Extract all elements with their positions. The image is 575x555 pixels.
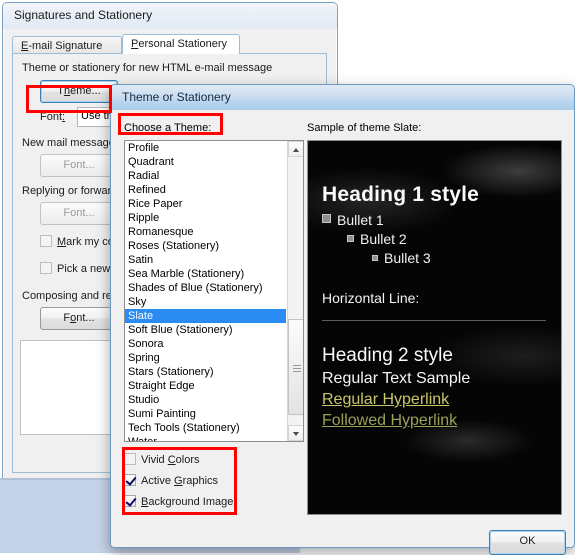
- theme-listbox[interactable]: Profile Quadrant Radial Refined Rice Paper Ri…: [124, 140, 304, 442]
- grip-line: [293, 371, 301, 372]
- outer-title-bar: Signatures and Stationery: [3, 3, 337, 29]
- inner-window-title: Theme or Stationery: [122, 90, 231, 104]
- theme-list-item[interactable]: Profile: [125, 141, 286, 155]
- theme-list-item[interactable]: Romanesque: [125, 225, 286, 239]
- preview-bullet-3: Bullet 3: [372, 249, 553, 268]
- preview-horizontal-line-label: Horizontal Line:: [322, 290, 420, 306]
- scroll-up-arrow-icon[interactable]: [288, 141, 303, 157]
- grip-line: [293, 368, 301, 369]
- theme-list-item[interactable]: Spring: [125, 351, 286, 365]
- checkbox-box-icon: [40, 235, 52, 247]
- theme-list-item[interactable]: Tech Tools (Stationery): [125, 421, 286, 435]
- triangle-down-icon: [293, 432, 299, 436]
- checkbox-checked-icon: [124, 495, 136, 507]
- theme-list-item[interactable]: Sonora: [125, 337, 286, 351]
- theme-list-scrollbar[interactable]: [287, 141, 303, 441]
- theme-list-item[interactable]: Satin: [125, 253, 286, 267]
- theme-list-item[interactable]: Sumi Painting: [125, 407, 286, 421]
- theme-list-item[interactable]: Water: [125, 435, 286, 441]
- theme-button-label: Theme...: [57, 85, 101, 97]
- bullet-square-icon: [322, 214, 331, 223]
- theme-list-item[interactable]: Studio: [125, 393, 286, 407]
- preview-heading-1: Heading 1 style: [322, 183, 480, 206]
- preview-bullet-1-label: Bullet 1: [337, 212, 384, 228]
- window-title: Signatures and Stationery: [14, 8, 153, 22]
- inner-title-bar: Theme or Stationery: [111, 85, 574, 110]
- checkbox-active-graphics-label: Active Graphics: [141, 475, 219, 487]
- preview-bullet-1: Bullet 1: [322, 211, 553, 230]
- preview-regular-text: Regular Text Sample: [322, 370, 471, 387]
- grip-line: [293, 365, 301, 366]
- theme-list-item[interactable]: Roses (Stationery): [125, 239, 286, 253]
- preview-heading-2: Heading 2 style: [322, 345, 453, 366]
- preview-horizontal-rule: [322, 320, 546, 321]
- theme-list-item[interactable]: Radial: [125, 169, 286, 183]
- composing-font-button[interactable]: Font...: [40, 307, 118, 330]
- preview-bullet-2-label: Bullet 2: [360, 231, 407, 247]
- new-mail-label: New mail messages: [22, 137, 121, 149]
- mark-accel: M: [57, 236, 67, 248]
- reply-font-button[interactable]: Font...: [40, 202, 118, 225]
- choose-theme-accel: T: [173, 122, 181, 134]
- checkbox-background-image-label: Background Image: [141, 496, 234, 508]
- checkbox-background-image[interactable]: Background Image: [124, 495, 233, 508]
- preview-followed-hyperlink[interactable]: Followed Hyperlink: [322, 412, 553, 430]
- tab-personal-stationery-label: ersonal Stationery: [138, 38, 228, 50]
- scroll-down-arrow-icon[interactable]: [288, 425, 303, 441]
- sample-of-theme-label: Sample of theme Slate:: [307, 122, 422, 134]
- theme-list-item[interactable]: Straight Edge: [125, 379, 286, 393]
- theme-sample-preview: Heading 1 style Bullet 1 Bullet 2 Bullet…: [307, 140, 562, 515]
- sample-preview-content: Heading 1 style Bullet 1 Bullet 2 Bullet…: [322, 183, 553, 430]
- theme-list-item[interactable]: Rice Paper: [125, 197, 286, 211]
- preview-regular-hyperlink[interactable]: Regular Hyperlink: [322, 391, 553, 409]
- checkbox-box-icon: [124, 453, 136, 465]
- theme-list-item[interactable]: Stars (Stationery): [125, 365, 286, 379]
- tab-email-signature-label: -mail Signature: [28, 40, 103, 52]
- inner-dialog-body: Choose a Theme: Profile Quadrant Radial Ref…: [112, 110, 573, 555]
- preview-bullet-2: Bullet 2: [347, 230, 553, 249]
- theme-list-item[interactable]: Quadrant: [125, 155, 286, 169]
- theme-or-stationery-dialog: Theme or Stationery Choose a Theme: Prof…: [110, 84, 575, 555]
- checkbox-vivid-colors[interactable]: Vivid Colors: [124, 453, 200, 466]
- theme-list-item[interactable]: Slate: [125, 309, 286, 323]
- tab-personal-stationery[interactable]: Personal Stationery: [122, 34, 240, 54]
- preview-bullet-3-label: Bullet 3: [384, 250, 431, 266]
- ok-button[interactable]: OK: [489, 530, 566, 555]
- checkbox-vivid-colors-label: Vivid Colors: [141, 454, 200, 466]
- theme-list-item[interactable]: Refined: [125, 183, 286, 197]
- checkbox-box-icon: [40, 262, 52, 274]
- theme-group-label: Theme or stationery for new HTML e-mail …: [22, 62, 273, 74]
- triangle-up-icon: [293, 148, 299, 152]
- choose-a-theme-label: Choose a Theme:: [124, 122, 212, 134]
- tab-strip: E-mail Signature Personal Stationery: [12, 34, 327, 54]
- font-label: Font:: [40, 111, 66, 123]
- bullet-square-icon: [372, 255, 378, 261]
- composing-font-button-label: Font...: [63, 312, 95, 324]
- theme-list-item[interactable]: Sky: [125, 295, 286, 309]
- checkbox-checked-icon: [124, 474, 136, 486]
- tab-email-signature[interactable]: E-mail Signature: [12, 36, 122, 54]
- theme-list-item[interactable]: Soft Blue (Stationery): [125, 323, 286, 337]
- theme-list-item[interactable]: Ripple: [125, 211, 286, 225]
- new-mail-font-button[interactable]: Font...: [40, 154, 118, 177]
- theme-button[interactable]: Theme...: [40, 80, 118, 103]
- bullet-square-icon: [347, 235, 354, 242]
- scrollbar-thumb[interactable]: [288, 319, 303, 415]
- theme-list-items[interactable]: Profile Quadrant Radial Refined Rice Paper Ri…: [125, 141, 286, 441]
- theme-list-item[interactable]: Sea Marble (Stationery): [125, 267, 286, 281]
- checkbox-active-graphics[interactable]: Active Graphics: [124, 474, 218, 487]
- theme-list-item[interactable]: Shades of Blue (Stationery): [125, 281, 286, 295]
